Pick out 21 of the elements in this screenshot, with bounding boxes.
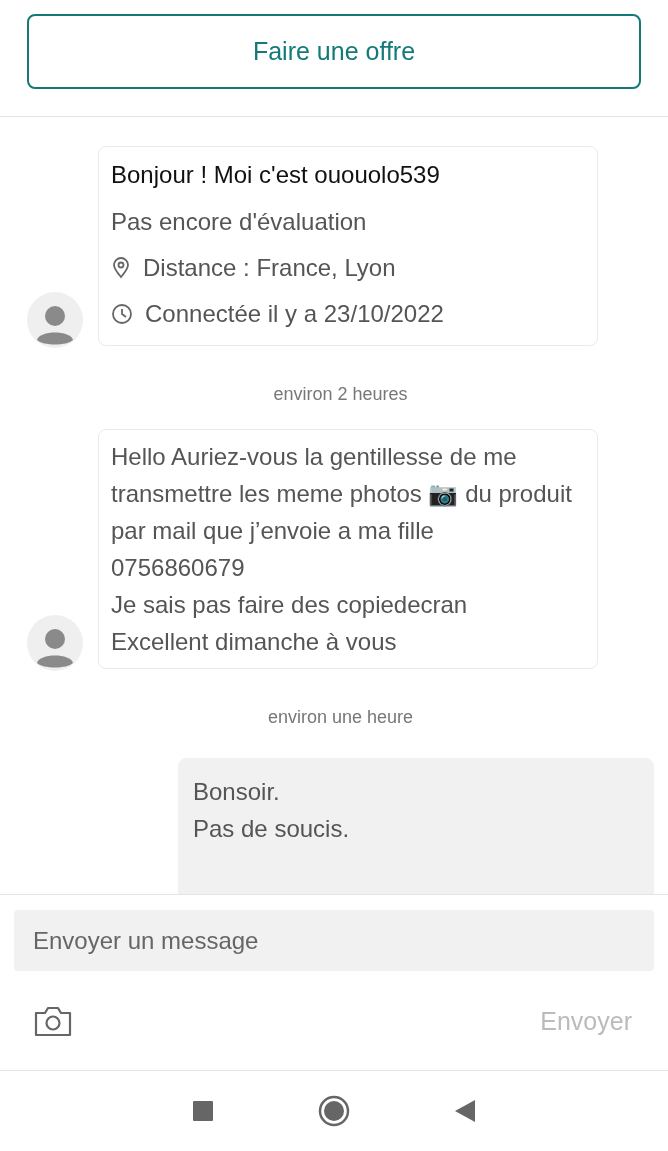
- rating-text: Pas encore d'évaluation: [111, 207, 368, 237]
- message-text: Pas de soucis.: [193, 814, 351, 844]
- location-pin-icon: [111, 257, 131, 279]
- message-timestamp: environ 2 heures: [272, 384, 409, 405]
- message-text: Je sais pas faire des copiedecran: [111, 590, 469, 620]
- back-icon[interactable]: [455, 1100, 475, 1122]
- message-text: 0756860679: [111, 553, 246, 583]
- avatar-icon: [27, 615, 83, 671]
- last-seen-text: Connectée il y a 23/10/2022: [145, 299, 444, 329]
- message-timestamp: environ une heure: [266, 707, 415, 728]
- home-icon[interactable]: [318, 1095, 350, 1127]
- location-text: Distance : France, Lyon: [143, 253, 396, 283]
- camera-icon[interactable]: [33, 1005, 73, 1037]
- avatar-icon: [27, 292, 83, 348]
- message-text: Hello Auriez-vous la gentillesse de me transmettre les meme photos 📷 du produit par mail que j’envoie a ma fille: [111, 442, 573, 546]
- clock-icon: [111, 303, 133, 325]
- message-input-field[interactable]: Envoyer un message: [14, 910, 654, 971]
- message-text: Excellent dimanche à vous: [111, 627, 398, 657]
- make-offer-button[interactable]: Faire une offre: [27, 14, 641, 89]
- message-text: Bonsoir.: [193, 777, 281, 807]
- profile-greeting: Bonjour ! Moi c'est ououolo539: [111, 160, 441, 190]
